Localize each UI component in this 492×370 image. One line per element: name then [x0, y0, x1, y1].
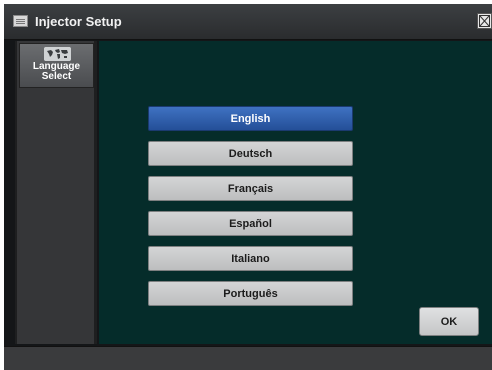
world-map-icon — [44, 47, 71, 61]
title-bar: Injector Setup — [4, 4, 492, 40]
language-panel: English Deutsch Français Español Italian… — [99, 41, 492, 344]
language-option-espanol[interactable]: Español — [148, 211, 353, 236]
window-title: Injector Setup — [35, 14, 122, 29]
sidebar-item-label: Language Select — [32, 61, 81, 82]
injector-setup-window: Injector Setup Language Select English D… — [4, 4, 492, 370]
ok-button[interactable]: OK — [419, 307, 479, 336]
language-option-italiano[interactable]: Italiano — [148, 246, 353, 271]
close-button[interactable] — [477, 13, 492, 29]
language-option-portugues[interactable]: Português — [148, 281, 353, 306]
language-option-deutsch[interactable]: Deutsch — [148, 141, 353, 166]
close-icon — [479, 15, 490, 27]
language-option-english[interactable]: English — [148, 106, 353, 131]
language-option-francais[interactable]: Français — [148, 176, 353, 201]
sidebar-item-language-select[interactable]: Language Select — [19, 43, 94, 88]
sidebar: Language Select — [15, 41, 97, 344]
settings-list-icon — [13, 15, 28, 27]
status-bar — [4, 346, 492, 370]
